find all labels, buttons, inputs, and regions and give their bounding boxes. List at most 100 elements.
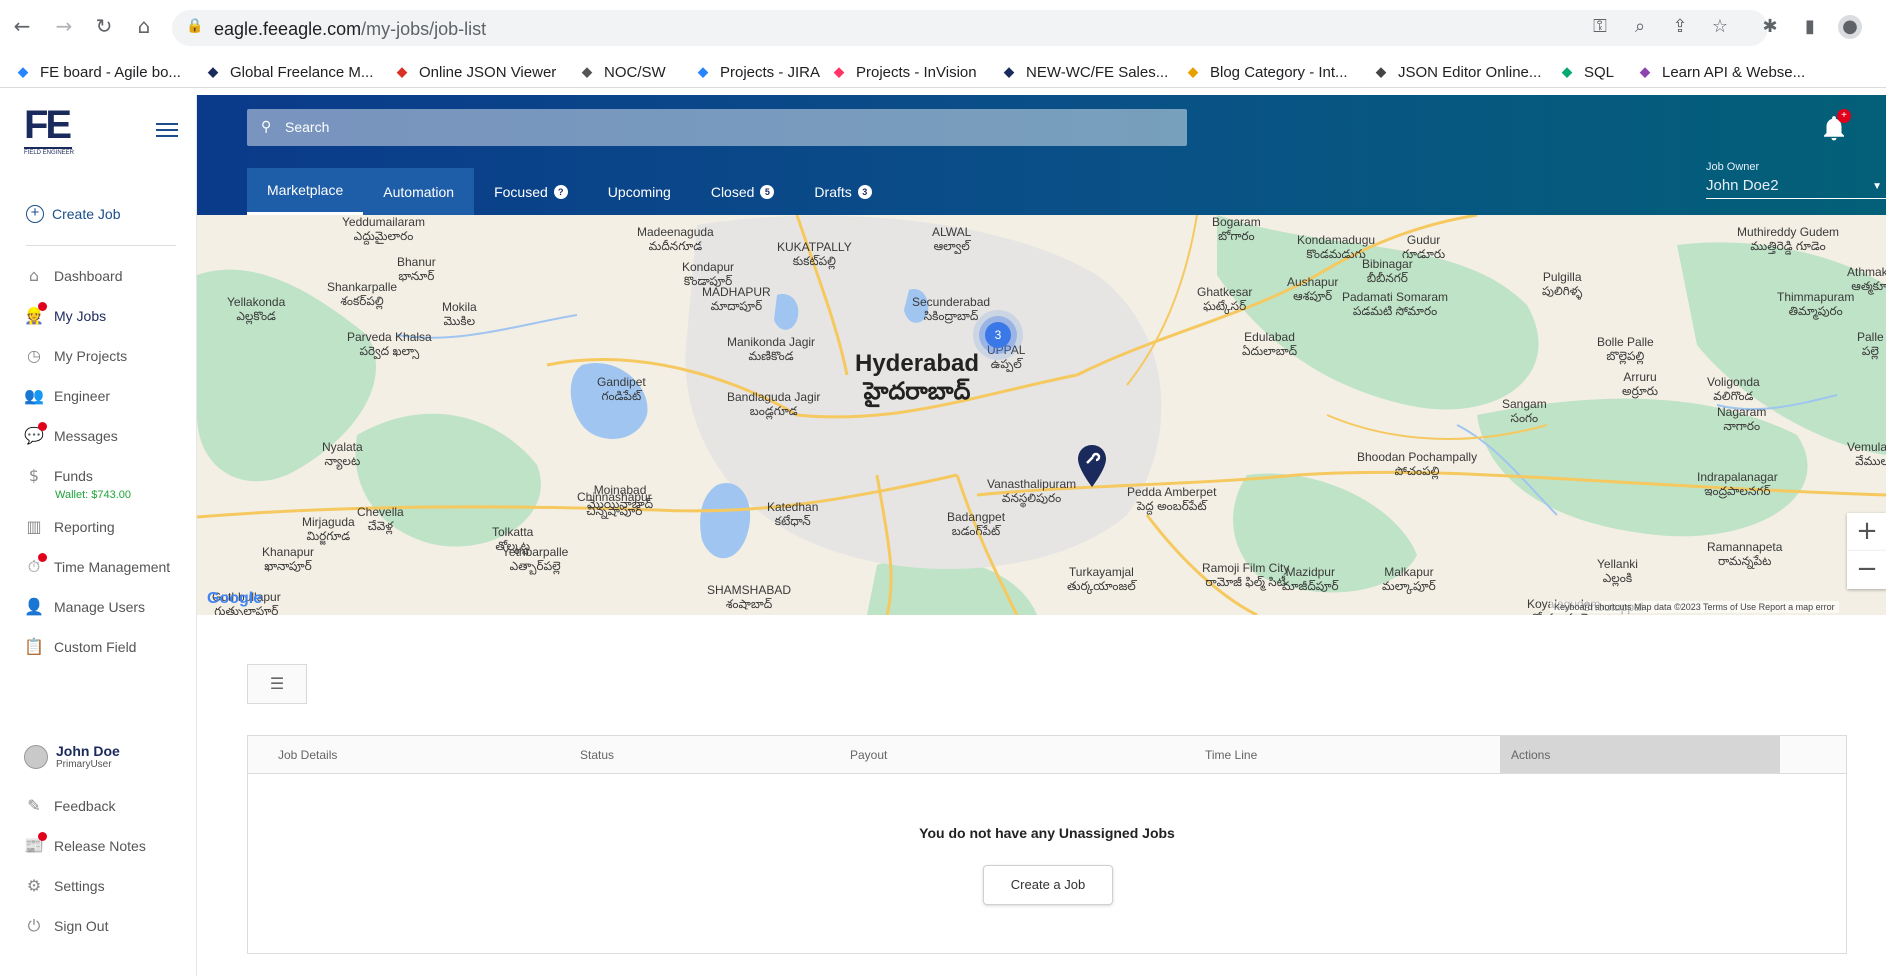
search-icon: ⚲	[261, 119, 272, 135]
sidebar-item-messages[interactable]: 💬 Messages	[24, 422, 118, 446]
empty-state-message: You do not have any Unassigned Jobs	[919, 825, 1175, 841]
sidebar-item-funds[interactable]: $ Funds	[24, 466, 93, 486]
bookmark-7[interactable]: ◆ NEW-WC/FE Sales...	[1000, 63, 1168, 81]
profile-icon[interactable]: ●	[1838, 15, 1862, 39]
star-icon[interactable]: ☆	[1708, 15, 1732, 39]
sidebar-item-sign-out[interactable]: ⏻ Sign Out	[24, 916, 109, 936]
key-icon[interactable]: ⚿	[1588, 15, 1612, 39]
bookmark-9[interactable]: ◆ JSON Editor Online...	[1372, 63, 1541, 81]
sidebar-item-my-projects[interactable]: ◷ My Projects	[24, 346, 127, 366]
bookmark-2[interactable]: ◆ Global Freelance M...	[204, 63, 373, 81]
map-place-label: Indrapalanagar ఇంద్రపాలనగర్	[1697, 470, 1778, 501]
tab-focused[interactable]: Focused?	[474, 168, 588, 215]
bookmark-5[interactable]: ◆ Projects - JIRA	[694, 63, 820, 81]
place-name-te: వనస్థలిపురం	[1001, 491, 1062, 505]
tab-count-badge: ?	[553, 184, 568, 199]
map-cluster-marker[interactable]: 3	[985, 322, 1011, 348]
place-name-en: Badangpet	[947, 510, 1006, 524]
tab-closed[interactable]: Closed 5	[691, 168, 795, 215]
power-icon: ⏻	[27, 916, 41, 935]
side-panel-icon[interactable]: ▮	[1798, 15, 1822, 39]
place-name-en: Gandipet	[597, 375, 646, 389]
home-icon: ⌂	[28, 266, 40, 285]
gear-icon: ⚙	[26, 876, 42, 895]
users-icon: 👤	[24, 597, 44, 616]
map-attribution[interactable]: Keyboard shortcuts Map data ©2023 Terms …	[1550, 601, 1839, 613]
notification-dot	[38, 422, 47, 431]
place-name-en: MADHAPUR	[702, 285, 771, 299]
create-job-link[interactable]: + Create Job	[26, 205, 120, 223]
tab-upcoming[interactable]: Upcoming	[588, 168, 691, 215]
job-owner-select[interactable]: Job Owner John Doe2 ▼	[1706, 161, 1886, 199]
home-icon[interactable]: ⌂	[132, 14, 156, 38]
job-owner-value: John Doe2	[1706, 177, 1779, 194]
sidebar-item-engineer[interactable]: 👥 Engineer	[24, 386, 110, 406]
tab-automation[interactable]: Automation	[363, 168, 475, 215]
bookmark-10[interactable]: ◆ SQL	[1558, 63, 1614, 81]
job-owner-value-box[interactable]: John Doe2 ▼	[1706, 177, 1886, 199]
search-input[interactable]: ⚲ Search	[247, 109, 1187, 146]
notification-bell-icon[interactable]: +	[1819, 109, 1851, 143]
url-text: eagle.feeagle.com/my-jobs/job-list	[214, 19, 486, 40]
user-profile[interactable]: John Doe PrimaryUser	[24, 743, 120, 770]
bookmark-label: Online JSON Viewer	[419, 63, 557, 81]
sidebar-item-dashboard[interactable]: ⌂ Dashboard	[24, 266, 123, 286]
jobs-map[interactable]: Yeddumailaram ఎద్దుమైలారం Madeenaguda మదీనగ…	[197, 215, 1886, 615]
bookmark-6[interactable]: ◆ Projects - InVision	[830, 63, 977, 81]
sidebar-item-release-notes[interactable]: 📰 Release Notes	[24, 832, 146, 856]
place-name-en: Malkapur	[1384, 565, 1434, 579]
tab-drafts[interactable]: Drafts 3	[794, 168, 891, 215]
tab-marketplace[interactable]: Marketplace	[247, 168, 364, 215]
bookmark-11[interactable]: ◆ Learn API & Webse...	[1636, 63, 1805, 81]
sidebar-item-my-jobs[interactable]: 👷 My Jobs	[24, 302, 106, 326]
place-name-en: Aushapur	[1287, 275, 1339, 289]
map-zoom-out-button[interactable]: −	[1847, 551, 1886, 589]
place-name-te: చౌటుప్పల్	[1582, 614, 1643, 615]
user-name: John Doe	[56, 743, 120, 759]
filter-sliders-icon[interactable]: ☰	[247, 664, 307, 704]
map-place-label: Mokila మొకిల	[442, 300, 477, 331]
bookmark-4[interactable]: ◆ NOC/SW	[578, 63, 666, 81]
sidebar-item-custom-field[interactable]: 📋 Custom Field	[24, 637, 136, 657]
sidebar-item-feedback[interactable]: ✎ Feedback	[24, 796, 115, 816]
column-header-payout[interactable]: Payout	[850, 748, 887, 762]
map-place-label: Nagaram నాగారం	[1717, 405, 1766, 436]
sidebar-item-settings[interactable]: ⚙ Settings	[24, 876, 105, 896]
hamburger-menu-icon[interactable]	[156, 123, 178, 139]
sidebar-item-reporting[interactable]: ▥ Reporting	[24, 517, 114, 537]
sidebar-item-manage-users[interactable]: 👤 Manage Users	[24, 597, 145, 617]
place-name-en: Palle	[1857, 330, 1884, 344]
create-job-button[interactable]: Create a Job	[983, 865, 1113, 905]
column-header-actions[interactable]: Actions	[1511, 748, 1550, 762]
share-icon[interactable]: ⇪	[1668, 15, 1692, 39]
place-name-en: Sangam	[1502, 397, 1547, 411]
lock-icon[interactable]: 🔒	[186, 18, 203, 34]
address-bar[interactable]: 🔒 eagle.feeagle.com/my-jobs/job-list	[172, 10, 1768, 46]
map-zoom-in-button[interactable]: +	[1847, 513, 1886, 551]
place-name-te: కటేధాన్	[774, 514, 811, 528]
forward-arrow-icon[interactable]: →	[52, 14, 76, 38]
place-name-te: మణికొండ	[748, 349, 794, 363]
back-arrow-icon[interactable]: ←	[10, 14, 34, 38]
place-name-te: పర్వెద ఖల్సా	[359, 344, 420, 358]
bookmark-8[interactable]: ◆ Blog Category - Int...	[1184, 63, 1348, 81]
map-place-label: Thimmapuram తిమ్మాపురం	[1777, 290, 1854, 321]
map-place-label: Manikonda Jagir మణికొండ	[727, 335, 815, 366]
map-place-label: Mazidpur మాజీద్‌పూర్	[1282, 565, 1339, 596]
sidebar-item-time-management[interactable]: ⏱ Time Management	[24, 553, 170, 577]
column-header-status[interactable]: Status	[580, 748, 614, 762]
bookmark-3[interactable]: ◆ Online JSON Viewer	[393, 63, 556, 81]
fe-logo[interactable]: FE FIELD ENGINEER	[24, 105, 74, 157]
map-place-label: Bolle Palle బొల్లెపల్లి	[1597, 335, 1654, 366]
extensions-icon[interactable]: ✱	[1758, 15, 1782, 39]
job-location-pin-icon[interactable]	[1077, 445, 1107, 487]
place-name-en: Pedda Amberpet	[1127, 485, 1217, 499]
jobs-table: Job Details Status Payout Time Line Acti…	[247, 735, 1847, 954]
bookmark-1[interactable]: ◆ FE board - Agile bo...	[14, 63, 181, 81]
column-header-timeline[interactable]: Time Line	[1205, 748, 1257, 762]
reload-icon[interactable]: ↻	[92, 14, 116, 38]
ring-icon: ◆	[397, 64, 407, 79]
column-header-job-details[interactable]: Job Details	[278, 748, 337, 762]
zoom-icon[interactable]: ⌕	[1628, 15, 1652, 39]
place-name-te: సంగం	[1510, 411, 1539, 425]
